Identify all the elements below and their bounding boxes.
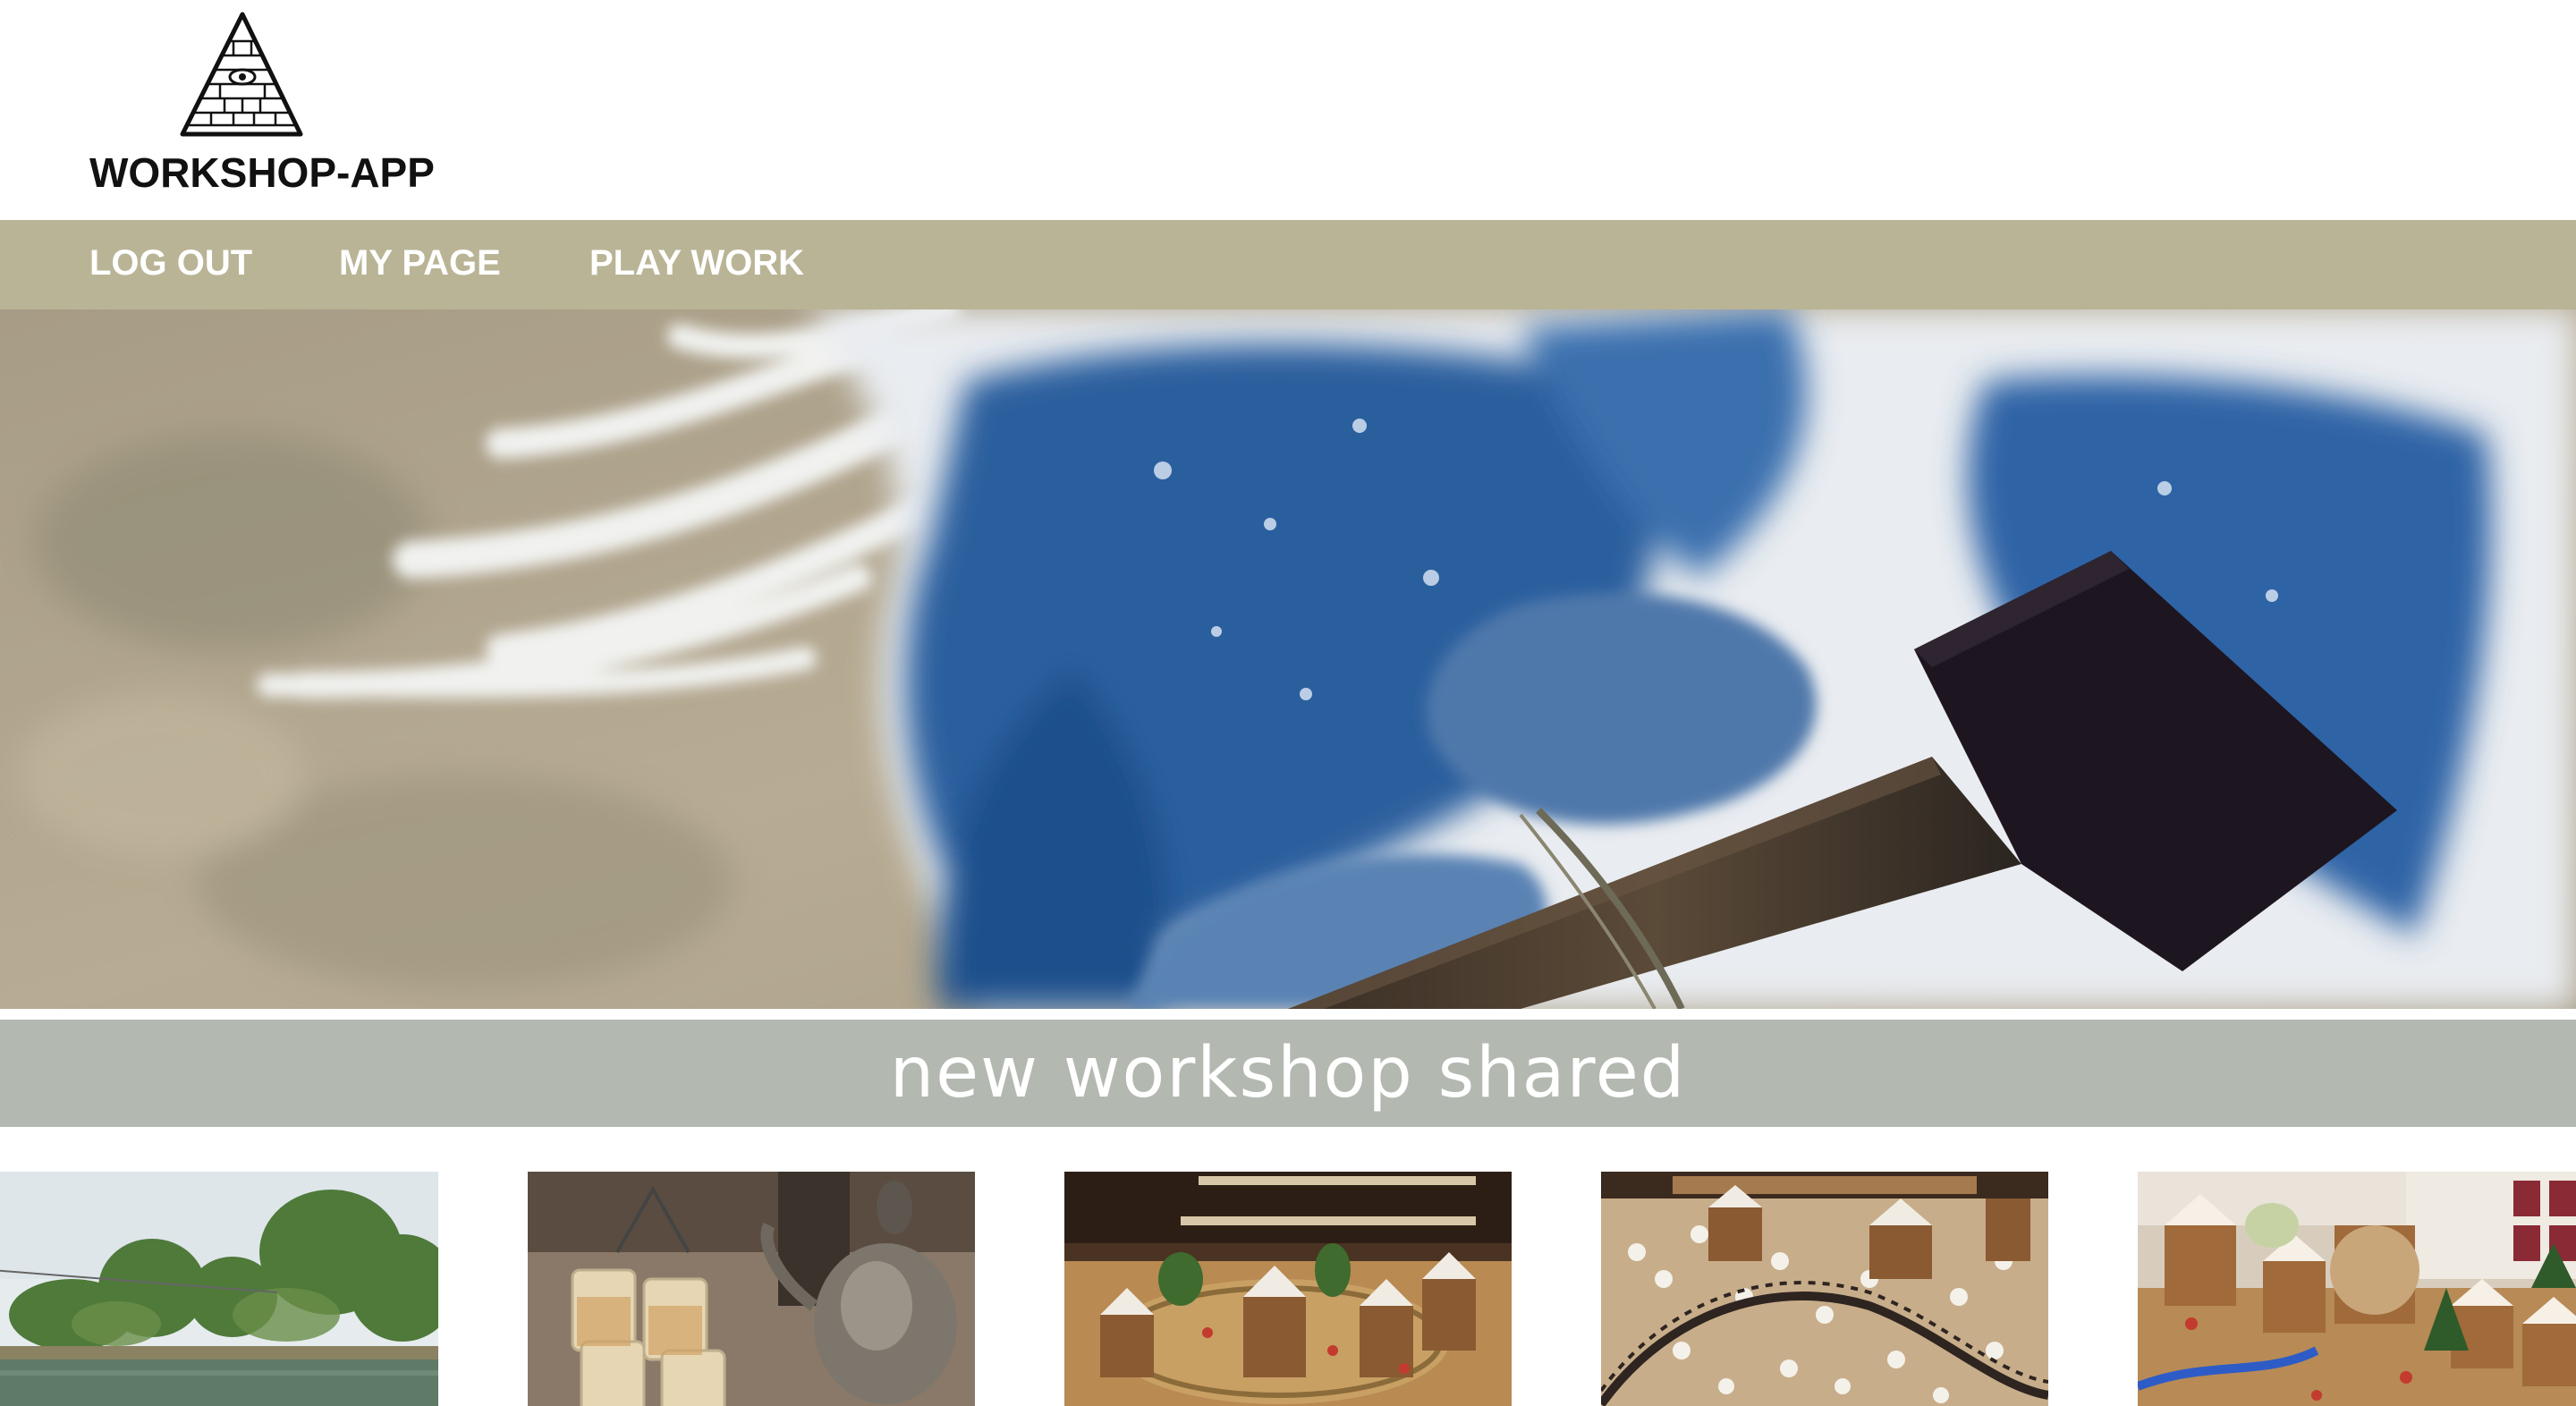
pyramid-eye-icon[interactable] [175,9,309,139]
workshop-gallery [0,1172,2576,1406]
site-header: WORKSHOP-APP [0,0,2576,220]
workshop-thumbnail[interactable] [1064,1172,1512,1406]
section-title: new workshop shared [889,1033,1687,1114]
hero-image [0,309,2576,1009]
new-workshop-section-bar: new workshop shared [0,1020,2576,1127]
tea-glasses-and-kettle-photo [528,1172,975,1406]
gingerbread-houses-shop-photo [2138,1172,2576,1406]
brand-name[interactable]: WORKSHOP-APP [89,148,435,197]
workshop-thumbnail[interactable] [2138,1172,2576,1406]
workshop-thumbnail[interactable] [1601,1172,2048,1406]
gingerbread-village-display-photo [1064,1172,1512,1406]
nav-play-work[interactable]: PLAY WORK [589,243,804,284]
nav-logout[interactable]: LOG OUT [89,243,252,284]
gingerbread-train-set-photo [1601,1172,2048,1406]
main-navbar: LOG OUT MY PAGE PLAY WORK [0,220,2576,309]
nav-my-page[interactable]: MY PAGE [339,243,501,284]
river-and-trees-photo [0,1172,438,1406]
workshop-thumbnail[interactable] [528,1172,975,1406]
workshop-thumbnail[interactable] [0,1172,438,1406]
